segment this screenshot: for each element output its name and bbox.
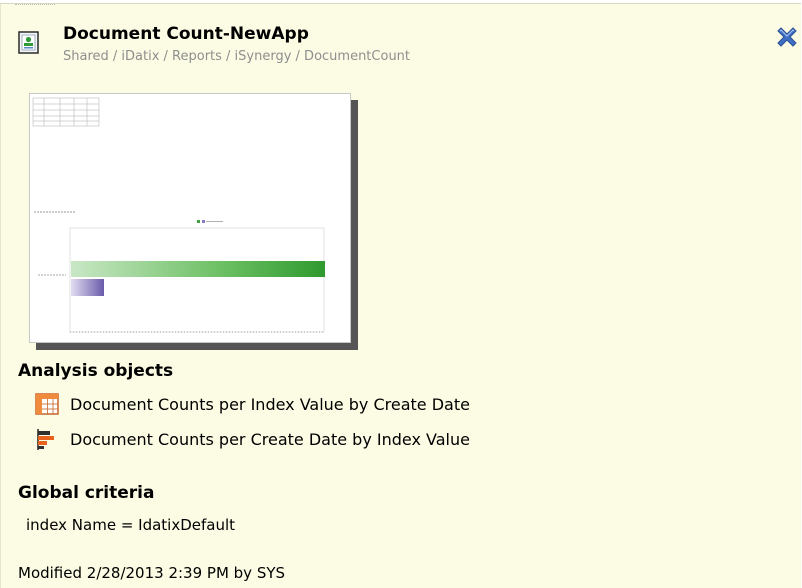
thumbnail-miniature-chart [32, 97, 325, 333]
global-criteria-value: index Name = IdatixDefault [26, 516, 236, 534]
analysis-object-item[interactable]: Document Counts per Index Value by Creat… [34, 391, 470, 417]
analysis-object-item[interactable]: Document Counts per Create Date by Index… [34, 426, 470, 452]
report-preview-thumbnail[interactable] [29, 93, 351, 343]
report-title: Document Count-NewApp [63, 24, 309, 44]
bar-chart-icon [37, 429, 54, 450]
top-edge-marks [15, 4, 55, 8]
close-x-icon[interactable] [774, 24, 800, 50]
analysis-object-label: Document Counts per Index Value by Creat… [70, 394, 470, 414]
analysis-object-label: Document Counts per Create Date by Index… [70, 429, 470, 449]
cross-table-icon [35, 393, 59, 415]
thumbnail-green-bar [71, 261, 325, 277]
report-path-breadcrumb: Shared / iDatix / Reports / iSynergy / D… [63, 49, 411, 64]
thumbnail-purple-bar [71, 279, 104, 296]
analysis-objects-heading: Analysis objects [18, 361, 174, 381]
report-details-panel: Document Count-NewApp Shared / iDatix / … [0, 3, 801, 588]
report-document-icon [18, 31, 39, 54]
global-criteria-heading: Global criteria [18, 483, 155, 503]
modified-info: Modified 2/28/2013 2:39 PM by SYS [18, 564, 286, 582]
